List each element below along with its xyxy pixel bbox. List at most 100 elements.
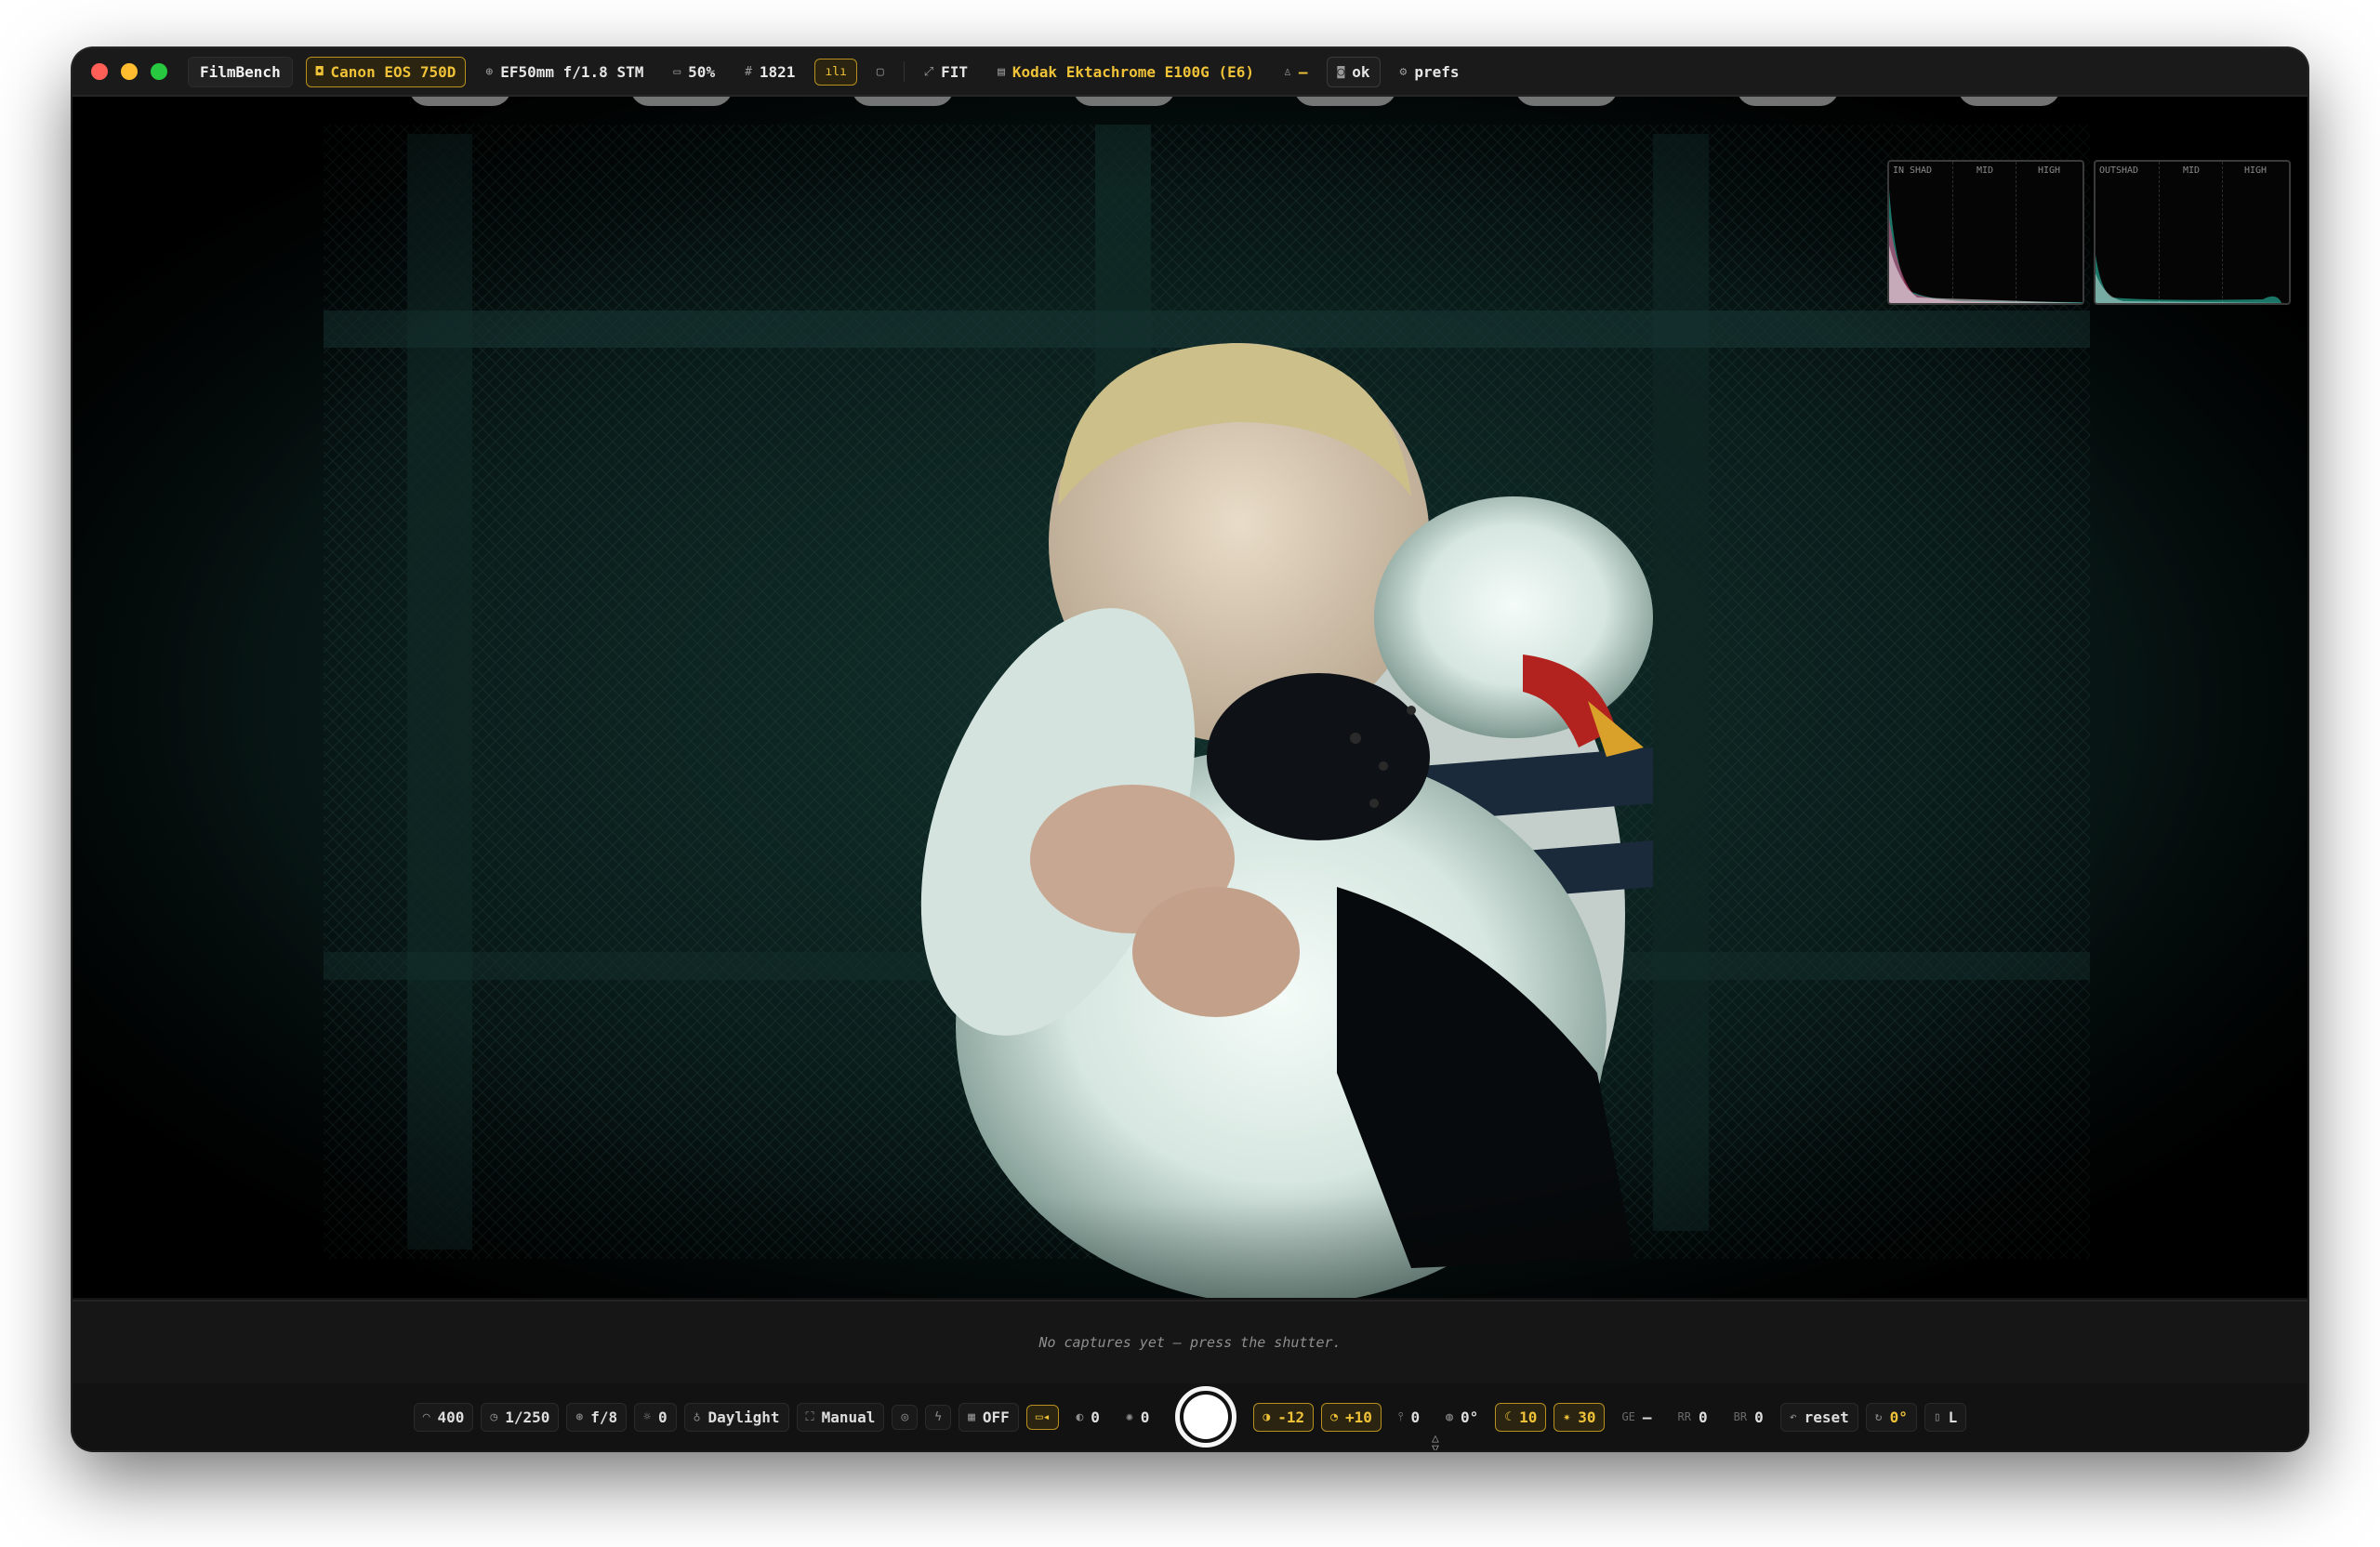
empty-captures-message: No captures yet — press the shutter.	[1038, 1334, 1342, 1351]
reset-button[interactable]: ↶ reset	[1779, 1402, 1858, 1432]
reset-label: reset	[1804, 1408, 1849, 1426]
zoom-label: 50%	[688, 62, 716, 81]
focus-mode-value: Manual	[821, 1408, 876, 1426]
flash-button[interactable]: ϟ	[925, 1404, 952, 1430]
preset-tab[interactable]	[1958, 97, 2060, 106]
thermometer-icon: ⫯	[1397, 1409, 1404, 1424]
zoom-selector[interactable]: ▭ 50%	[663, 57, 725, 87]
aperture-icon: ⊛	[575, 1409, 584, 1424]
preset-tab[interactable]	[1515, 97, 1618, 106]
preset-tab[interactable]	[852, 97, 954, 106]
lens-selector[interactable]: ⊕ EF50mm f/1.8 STM	[475, 57, 654, 87]
preset-tab[interactable]	[1737, 97, 1839, 106]
zoom-window-button[interactable]	[151, 63, 167, 80]
aperture-control[interactable]: ⊛ f/8	[566, 1402, 628, 1432]
br-value: 0	[1754, 1408, 1764, 1426]
camera-label: Canon EOS 750D	[330, 62, 456, 81]
app-window: FilmBench ◘ Canon EOS 750D ⊕ EF50mm f/1.…	[73, 48, 2307, 1450]
lens-icon: ⊕	[485, 64, 494, 79]
exposure-icon: ☼	[643, 1409, 651, 1424]
ge-control[interactable]: GE —	[1612, 1403, 1660, 1432]
histogram-toggle[interactable]: ılı	[814, 58, 857, 86]
film-stock-selector[interactable]: ▤ Kodak Ektachrome E100G (E6)	[987, 57, 1264, 87]
image-viewport[interactable]: IN SHAD MID HIGH OUT SHAD MID HIGH	[73, 97, 2307, 1298]
sun-icon: ✺	[1125, 1409, 1133, 1424]
input-histogram-curve	[1889, 190, 2082, 303]
rotation-control[interactable]: ↻ 0°	[1865, 1402, 1917, 1432]
preset-tab-strip	[73, 97, 2307, 108]
brightness-value: 0	[1140, 1408, 1150, 1426]
preset-tab[interactable]	[1073, 97, 1175, 106]
camera-controls-bar: ◠ 400 ◷ 1/250 ⊛ f/8 ☼ 0 ♁ Daylight ⛶ Man…	[73, 1383, 2307, 1450]
temperature-value: 0	[1410, 1408, 1421, 1426]
temperature-control[interactable]: ⫯ 0	[1389, 1403, 1429, 1432]
palette-icon: ◍	[1446, 1409, 1453, 1424]
preset-tab[interactable]	[409, 97, 511, 106]
size-control[interactable]: ▯ L	[1924, 1402, 1967, 1432]
camera-selector[interactable]: ◘ Canon EOS 750D	[305, 56, 467, 87]
br-control[interactable]: BR 0	[1725, 1403, 1773, 1432]
frame-counter[interactable]: # 1821	[734, 57, 805, 87]
shutter-button[interactable]	[1175, 1386, 1237, 1448]
close-window-button[interactable]	[91, 63, 108, 80]
iso-control[interactable]: ◠ 400	[413, 1402, 474, 1432]
rr-control[interactable]: RR 0	[1669, 1403, 1717, 1432]
white-balance-control[interactable]: ♁ Daylight	[683, 1402, 789, 1432]
vignette-control[interactable]: ☾ 10	[1495, 1402, 1547, 1432]
contrast-control[interactable]: ◐ 0	[1066, 1403, 1108, 1432]
iso-value: 400	[437, 1408, 465, 1426]
shutter-speed-control[interactable]: ◷ 1/250	[481, 1402, 560, 1432]
status-indicator[interactable]: ◙ ok	[1327, 56, 1381, 87]
input-histogram[interactable]: IN SHAD MID HIGH	[1887, 160, 2084, 305]
histogram-panel: IN SHAD MID HIGH OUT SHAD MID HIGH	[1887, 160, 2291, 305]
preset-tab[interactable]	[1294, 97, 1396, 106]
flash-icon: ϟ	[934, 1409, 943, 1424]
sparkle-icon: ✷	[1563, 1409, 1571, 1424]
ev-control[interactable]: ☼ 0	[634, 1402, 677, 1432]
lens-label: EF50mm f/1.8 STM	[500, 62, 644, 81]
undo-icon: ↶	[1789, 1409, 1797, 1424]
exposure-shift-control[interactable]: ◑ -12	[1253, 1402, 1315, 1432]
prefs-label: prefs	[1414, 62, 1460, 81]
tint-value: +10	[1344, 1408, 1372, 1426]
file-icon: ▯	[1933, 1409, 1941, 1424]
drawer-handle[interactable]: △ ▽	[1432, 1433, 1439, 1450]
toolbar-divider	[903, 61, 905, 82]
minimize-window-button[interactable]	[121, 63, 138, 80]
hue-control[interactable]: ◍ 0°	[1436, 1403, 1488, 1432]
video-toggle[interactable]: ▭◂	[1025, 1404, 1060, 1430]
person-icon: ♙	[1283, 64, 1291, 79]
user-selector[interactable]: ♙ —	[1274, 57, 1317, 87]
brightness-control[interactable]: ✺ 0	[1117, 1403, 1158, 1432]
fit-label: FIT	[941, 62, 969, 81]
ge-label: GE	[1621, 1410, 1635, 1423]
grid-control[interactable]: ▦ OFF	[959, 1402, 1019, 1432]
prefs-button[interactable]: ⚙ prefs	[1390, 57, 1470, 87]
shutter-button-core	[1183, 1395, 1229, 1439]
focus-icon: ⛶	[805, 1409, 814, 1424]
gear-icon: ⚙	[1399, 64, 1408, 79]
title-bar: FilmBench ◘ Canon EOS 750D ⊕ EF50mm f/1.…	[73, 48, 2307, 97]
status-label: ok	[1352, 62, 1370, 81]
bulb-icon: ♁	[693, 1409, 701, 1424]
preset-tab[interactable]	[630, 97, 733, 106]
ev-value: 0	[657, 1408, 668, 1426]
square-icon: ▢	[876, 64, 884, 79]
grain-control[interactable]: ✷ 30	[1554, 1402, 1606, 1432]
app-name: FilmBench	[188, 56, 293, 87]
rr-value: 0	[1699, 1408, 1708, 1426]
film-label: Kodak Ektachrome E100G (E6)	[1012, 62, 1254, 81]
output-histogram[interactable]: OUT SHAD MID HIGH	[2094, 160, 2291, 305]
target-button[interactable]: ◎	[892, 1404, 919, 1430]
focus-mode-control[interactable]: ⛶ Manual	[796, 1402, 885, 1432]
contrast-value: 0	[1091, 1408, 1100, 1426]
output-histogram-curve	[2096, 255, 2289, 303]
iso-icon: ◠	[422, 1409, 430, 1424]
shutter-speed-value: 1/250	[505, 1408, 550, 1426]
ge-value: —	[1642, 1408, 1652, 1426]
frame-shape-toggle[interactable]: ▢	[866, 59, 894, 86]
grid-icon: ▦	[968, 1409, 975, 1424]
bar-chart-icon: ılı	[825, 64, 847, 79]
tint-control[interactable]: ◔ +10	[1321, 1402, 1382, 1432]
fit-button[interactable]: ⤢ FIT	[914, 57, 978, 87]
